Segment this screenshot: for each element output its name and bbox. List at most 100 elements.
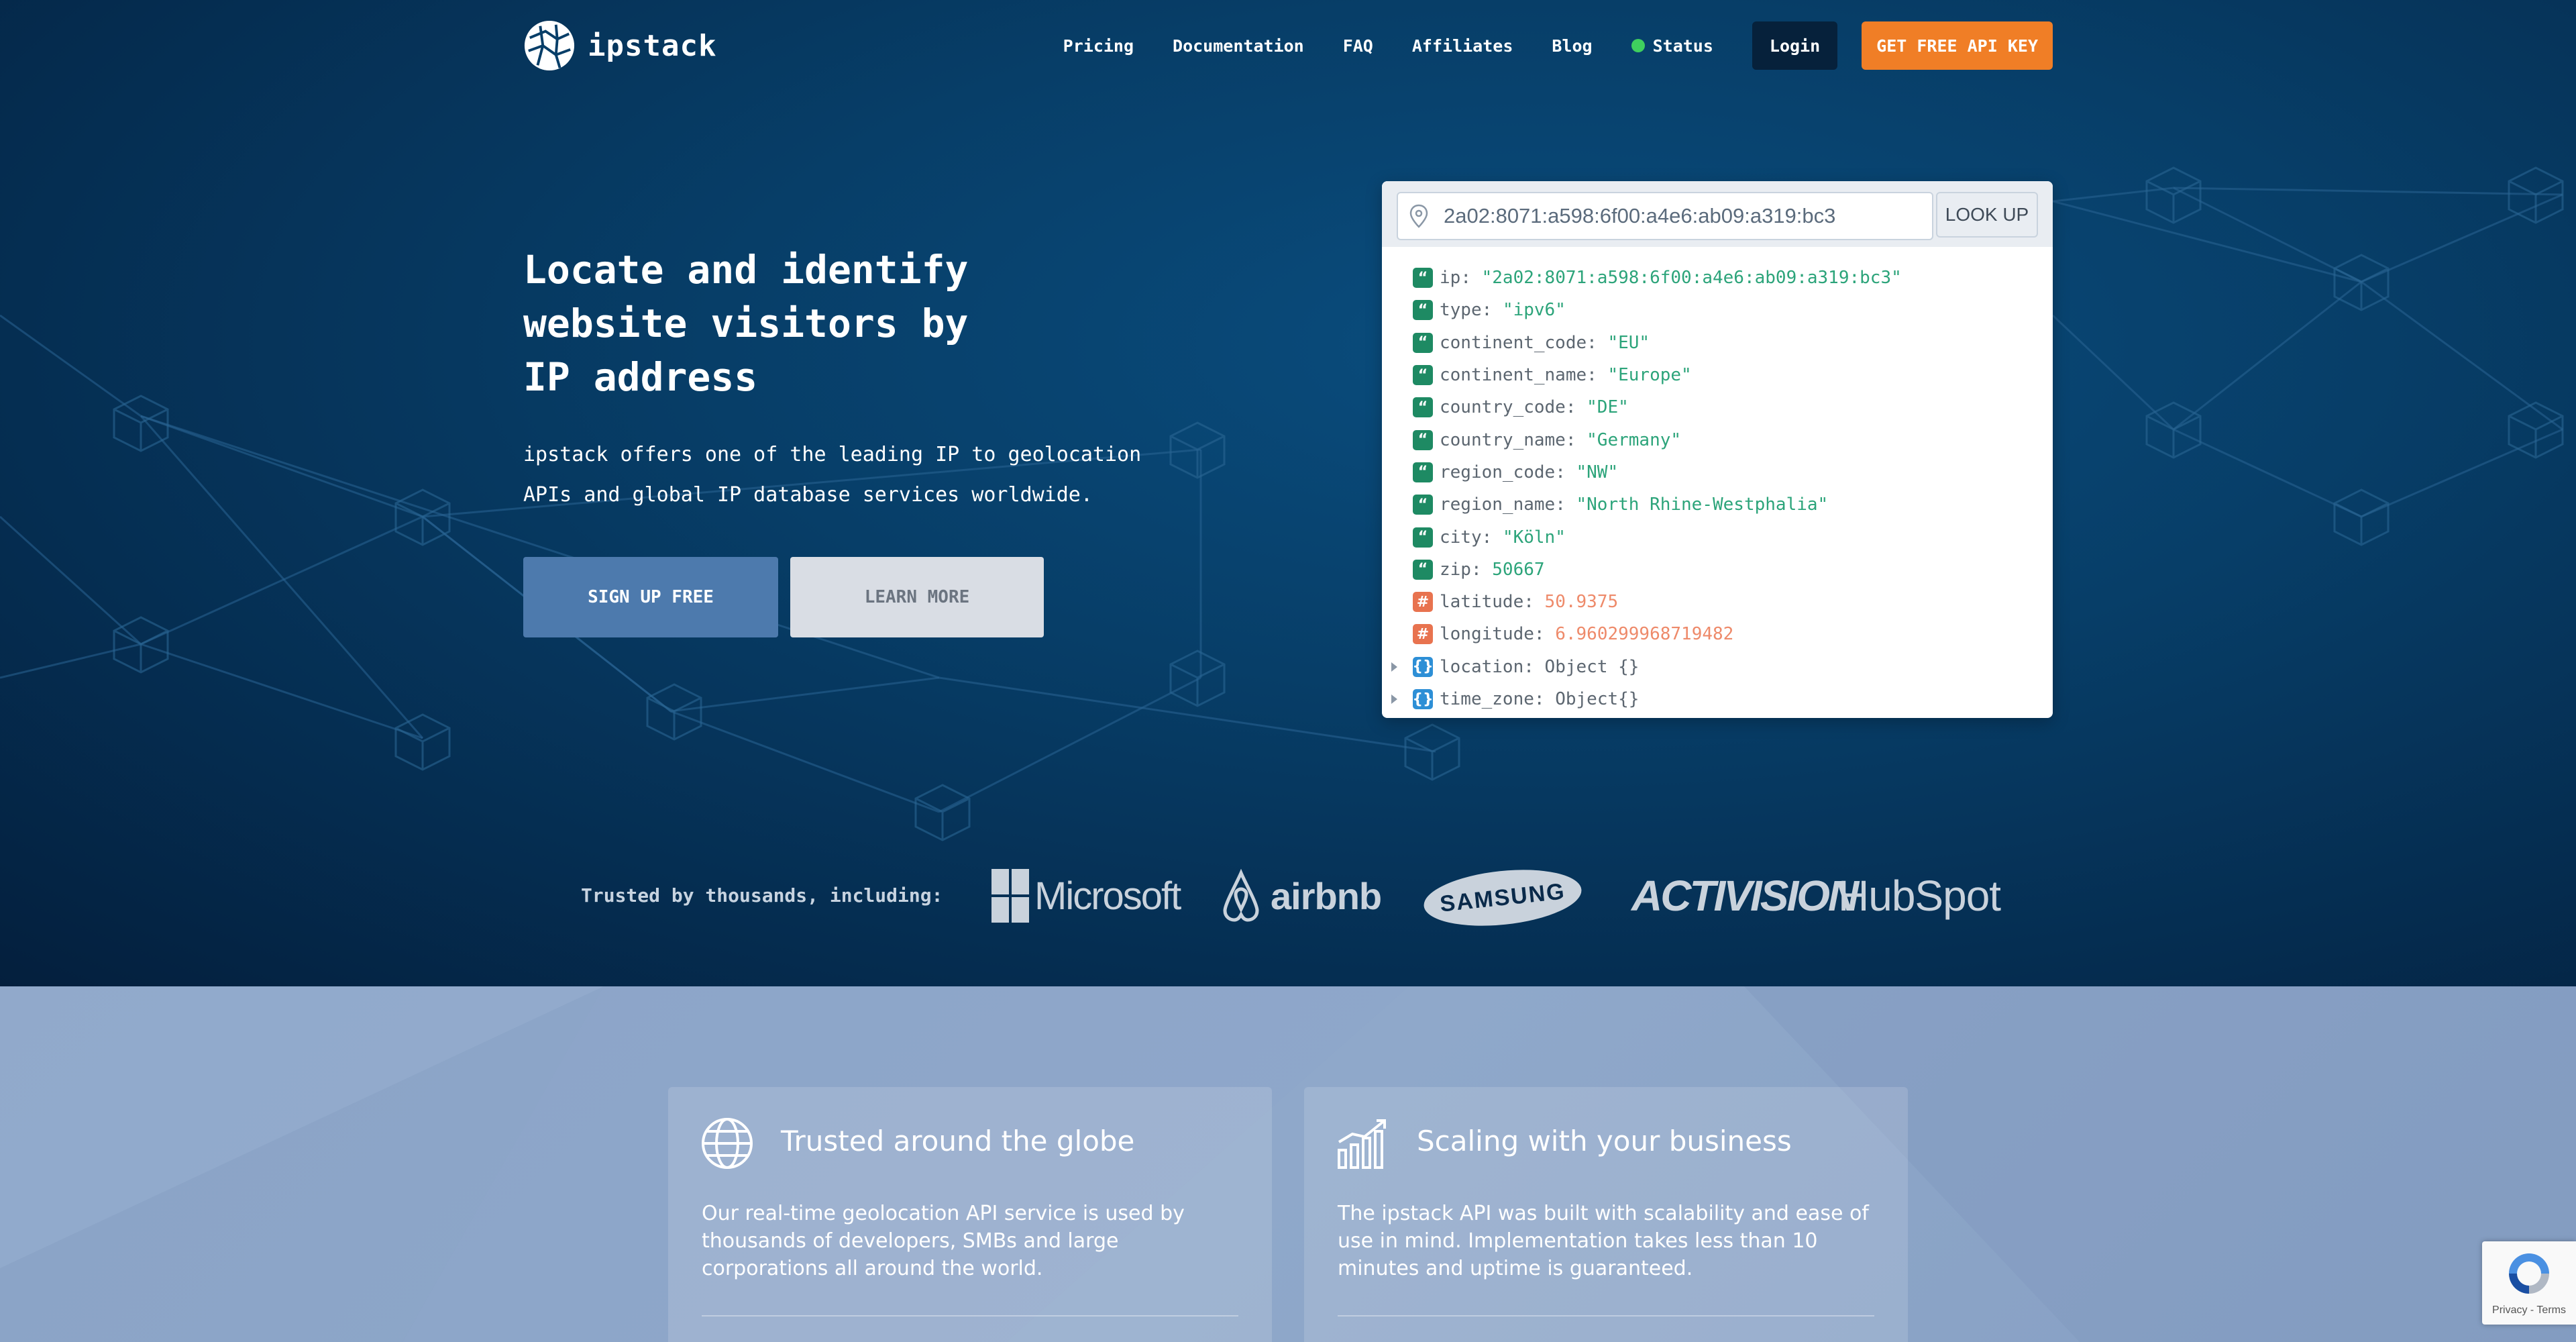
string-icon: “ (1413, 527, 1433, 548)
json-row-latitude: # latitude: 50.9375 (1382, 586, 2053, 618)
samsung-logo: SAMSUNG (1421, 862, 1585, 933)
hero-subtext: ipstack offers one of the leading IP to … (523, 435, 1181, 515)
json-key: type (1440, 300, 1482, 321)
expand-caret-icon[interactable] (1391, 662, 1397, 672)
nav-link-pricing[interactable]: Pricing (1063, 36, 1134, 56)
json-key-value: region_name: "North Rhine-Westphalia" (1440, 495, 1829, 515)
microsoft-logo: Microsoft (991, 866, 1181, 926)
ip-lookup-widget: 2a02:8071:a598:6f00:a4e6:ab09:a319:bc3 L… (1382, 181, 2053, 718)
object-icon: {} (1412, 689, 1434, 709)
ip-address-input[interactable]: 2a02:8071:a598:6f00:a4e6:ab09:a319:bc3 (1397, 192, 1933, 240)
status-dot-icon (1631, 39, 1645, 52)
json-key-value: time_zone: Object{} (1440, 689, 1640, 709)
nav-link-documentation[interactable]: Documentation (1173, 36, 1304, 56)
trusted-by-label: Trusted by thousands, including: (581, 884, 943, 907)
nav-link-affiliates[interactable]: Affiliates (1412, 36, 1513, 56)
get-free-api-key-button[interactable]: GET FREE API KEY (1862, 21, 2053, 70)
learn-more-button[interactable]: LEARN MORE (790, 557, 1044, 637)
string-icon: “ (1413, 300, 1433, 321)
string-icon: “ (1413, 429, 1433, 450)
top-navigation: ipstack Pricing Documentation FAQ Affili… (523, 19, 2053, 72)
json-key: region_code (1440, 462, 1556, 482)
ip-input-value: 2a02:8071:a598:6f00:a4e6:ab09:a319:bc3 (1444, 204, 1836, 227)
json-value: "NW" (1576, 462, 1619, 482)
string-icon: “ (1413, 495, 1433, 515)
brand-name: ipstack (588, 28, 717, 63)
json-row-time-zone[interactable]: {} time_zone: Object{} (1382, 683, 2053, 715)
json-row-region-code: “ region_code: "NW" (1382, 456, 2053, 488)
number-icon: # (1413, 592, 1433, 613)
nav-link-faq[interactable]: FAQ (1343, 36, 1373, 56)
subtext-line: APIs and global IP database services wor… (523, 483, 1093, 507)
json-value: 6.960299968719482 (1555, 624, 1734, 645)
json-value: "ipv6" (1502, 300, 1566, 321)
json-key: location (1440, 656, 1524, 677)
sign-up-free-button[interactable]: SIGN UP FREE (523, 557, 778, 637)
json-row-location[interactable]: {} location: Object {} (1382, 651, 2053, 683)
json-key-value: city: "Köln" (1440, 527, 1566, 548)
expand-caret-icon[interactable] (1391, 694, 1397, 704)
nav-link-blog[interactable]: Blog (1552, 36, 1592, 56)
json-key-value: region_code: "NW" (1440, 462, 1619, 482)
json-key-value: ip: "2a02:8071:a598:6f00:a4e6:ab09:a319:… (1440, 268, 1902, 289)
json-row-continent-code: “ continent_code: "EU" (1382, 327, 2053, 359)
object-icon: {} (1412, 656, 1434, 677)
json-key: continent_name (1440, 365, 1587, 386)
feature-card: Scaling with your business The ipstack A… (1304, 1087, 1908, 1342)
json-key-value: zip: 50667 (1440, 559, 1545, 580)
brand-label: Microsoft (1034, 874, 1181, 918)
brand-logo[interactable]: ipstack (523, 19, 716, 72)
recaptcha-badge[interactable]: Privacy - Terms (2482, 1241, 2576, 1325)
lookup-bar: 2a02:8071:a598:6f00:a4e6:ab09:a319:bc3 L… (1382, 181, 2053, 247)
json-value: "2a02:8071:a598:6f00:a4e6:ab09:a319:bc3" (1481, 268, 1902, 289)
recaptcha-terms-link[interactable]: Privacy - Terms (2482, 1304, 2576, 1317)
json-row-city: “ city: "Köln" (1382, 521, 2053, 553)
string-icon: “ (1413, 365, 1433, 386)
globe-icon (702, 1118, 753, 1169)
hero-section: ipstack Pricing Documentation FAQ Affili… (0, 0, 2576, 986)
network-background (0, 166, 2564, 841)
json-row-region-name: “ region_name: "North Rhine-Westphalia" (1382, 488, 2053, 521)
features-section: Trusted around the globe Our real-time g… (0, 986, 2576, 1342)
recaptcha-icon (2509, 1253, 2549, 1294)
nav-link-status[interactable]: Status (1631, 36, 1713, 56)
json-key: country_name (1440, 429, 1566, 450)
number-icon: # (1413, 624, 1433, 645)
json-value: "Köln" (1502, 527, 1566, 548)
json-row-continent-name: “ continent_name: "Europe" (1382, 359, 2053, 391)
json-key: ip (1440, 268, 1461, 289)
airbnb-logo: airbnb (1220, 866, 1382, 926)
json-key-value: type: "ipv6" (1440, 300, 1566, 321)
headline-line: website visitors by (523, 301, 969, 346)
status-label: Status (1652, 36, 1713, 56)
string-icon: “ (1413, 462, 1433, 482)
json-value: "North Rhine-Westphalia" (1576, 495, 1829, 515)
brand-label: SAMSUNG (1421, 862, 1585, 933)
json-key: continent_code (1440, 332, 1587, 353)
json-key: city (1440, 527, 1482, 548)
feature-body: Our real-time geolocation API service is… (702, 1202, 1185, 1280)
json-row-type: “ type: "ipv6" (1382, 294, 2053, 326)
activision-logo: ACTIVISION (1631, 872, 1859, 920)
globe-logo-icon (524, 20, 575, 71)
airbnb-belo-icon (1223, 869, 1259, 922)
login-button[interactable]: Login (1752, 21, 1838, 70)
background-shapes (0, 986, 2576, 1342)
feature-card: Trusted around the globe Our real-time g… (668, 1087, 1272, 1342)
string-icon: “ (1413, 559, 1433, 580)
json-row-longitude: # longitude: 6.960299968719482 (1382, 618, 2053, 650)
location-pin-icon (1409, 204, 1428, 228)
json-key: zip (1440, 559, 1471, 580)
headline-line: IP address (523, 354, 758, 400)
json-key-value: latitude: 50.9375 (1440, 592, 1619, 613)
hero-headline: Locate and identify website visitors by … (523, 243, 1006, 404)
headline-line: Locate and identify (523, 247, 969, 293)
json-row-ip: “ ip: "2a02:8071:a598:6f00:a4e6:ab09:a319… (1382, 262, 2053, 294)
feature-body: The ipstack API was built with scalabili… (1338, 1202, 1869, 1280)
json-key: longitude (1440, 624, 1534, 645)
json-key-value: location: Object {} (1440, 656, 1640, 677)
microsoft-grid-icon (991, 869, 1029, 923)
json-key-value: continent_code: "EU" (1440, 332, 1650, 353)
json-value: "Germany" (1587, 429, 1682, 450)
look-up-button[interactable]: LOOK UP (1936, 192, 2038, 238)
